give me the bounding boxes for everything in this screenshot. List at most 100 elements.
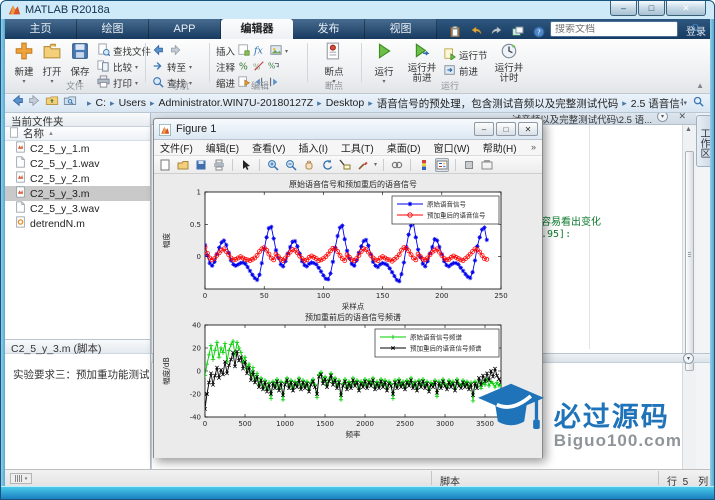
save-figure-icon[interactable] — [194, 158, 208, 172]
ribbon-tab-APP[interactable]: APP — [149, 19, 221, 39]
statusbar-widget[interactable]: ▾ — [10, 473, 32, 484]
brush-icon[interactable] — [356, 158, 370, 172]
split-dropdown-icon[interactable]: ▾ — [683, 353, 694, 364]
file-item[interactable]: C2_5_y_3.wav — [5, 201, 150, 216]
breadcrumb-sep-icon[interactable]: ▸ — [150, 98, 155, 109]
goto-button[interactable]: 转至▾ — [152, 60, 192, 74]
sign-in-link[interactable]: 登录 — [686, 23, 706, 38]
new-button[interactable]: 新建▾ — [11, 42, 37, 85]
rotate3d-icon[interactable] — [320, 158, 334, 172]
breadcrumb-segment[interactable]: 2.5 语音信号的预处理 — [631, 96, 684, 111]
breadcrumb-sep-icon[interactable]: ▸ — [110, 98, 115, 109]
editor-scrollbar[interactable]: ▲ — [682, 125, 696, 469]
brush-dropdown-icon[interactable]: ▾ — [374, 161, 377, 168]
workspace-collapsed-tab[interactable]: 工作区 — [696, 115, 711, 167]
redo-icon[interactable] — [489, 25, 505, 39]
breadcrumb-segment[interactable]: C: — [96, 97, 107, 109]
comment-icon[interactable]: % — [238, 60, 250, 75]
app-titlebar[interactable]: MATLAB R2018a – □ ✕ — [1, 1, 714, 19]
minimize-button[interactable]: – — [610, 1, 637, 16]
cursor-icon[interactable] — [239, 158, 253, 172]
help-icon[interactable]: ? — [531, 25, 547, 39]
undo-icon[interactable] — [468, 25, 484, 39]
back-icon[interactable] — [152, 44, 164, 59]
figure-menu-item[interactable]: 插入(I) — [298, 140, 327, 155]
ribbon-tab-绘图[interactable]: 绘图 — [77, 19, 149, 39]
figure-close-button[interactable]: ✕ — [518, 122, 538, 136]
scroll-up-icon[interactable]: ▲ — [685, 126, 692, 133]
resize-grip[interactable]: ⋰ — [701, 476, 709, 485]
wrap-comment-icon[interactable]: % — [268, 60, 280, 75]
run-section-button[interactable]: 运行节 — [444, 48, 488, 62]
ribbon-tab-发布[interactable]: 发布 — [293, 19, 365, 39]
link-plot-icon[interactable] — [390, 158, 404, 172]
run-time-button[interactable]: 运行并计时 — [491, 42, 527, 84]
folder-up-icon[interactable] — [45, 94, 59, 112]
nav-arrows[interactable] — [152, 44, 182, 58]
advance-button[interactable]: 前进 — [444, 64, 478, 78]
undock-icon[interactable] — [480, 158, 494, 172]
forward-icon[interactable] — [170, 44, 182, 59]
breadcrumb-segment[interactable]: Administrator.WIN7U-20180127Z — [159, 97, 314, 109]
colorbar-icon[interactable] — [417, 158, 431, 172]
breadcrumb-segment[interactable]: Users — [119, 97, 146, 109]
dock-icon[interactable] — [462, 158, 476, 172]
close-button[interactable]: ✕ — [666, 1, 706, 16]
editor-scroll-thumb[interactable] — [685, 151, 694, 371]
find-files-button[interactable]: 查找文件 — [97, 44, 151, 58]
figure-restore-button[interactable]: □ — [496, 122, 516, 136]
paste-icon[interactable] — [447, 25, 463, 39]
insert-section-icon[interactable] — [238, 44, 250, 59]
browse-folder-icon[interactable] — [63, 94, 77, 112]
pan-icon[interactable] — [302, 158, 316, 172]
file-preview-header[interactable]: C2_5_y_3.m (脚本) — [5, 339, 150, 354]
figure-menu-item[interactable]: 帮助(H) — [483, 140, 517, 155]
insert-image-icon[interactable] — [270, 44, 282, 59]
collapse-ribbon-icon[interactable]: ▲ — [696, 81, 704, 90]
breadcrumb-segment[interactable]: Desktop — [326, 97, 365, 109]
breadcrumb-sep-icon[interactable]: ▸ — [622, 98, 627, 109]
file-item[interactable]: detrendN.m — [5, 216, 150, 231]
comment-row[interactable]: 注释 % % % — [216, 60, 280, 74]
run-advance-button[interactable]: 运行并前进 — [404, 42, 440, 84]
new-figure-icon[interactable] — [158, 158, 172, 172]
open-file-icon[interactable] — [176, 158, 190, 172]
file-item[interactable]: C2_5_y_1.m — [5, 141, 150, 156]
file-item[interactable]: C2_5_y_3.m — [5, 186, 150, 201]
switch-windows-icon[interactable] — [510, 25, 526, 39]
ribbon-tab-主页[interactable]: 主页 — [5, 19, 77, 39]
compare-button[interactable]: 比较▾ — [97, 60, 138, 74]
uncomment-icon[interactable]: % — [253, 60, 265, 75]
ribbon-tab-视图[interactable]: 视图 — [365, 19, 437, 39]
figure-menu-item[interactable]: 文件(F) — [160, 140, 193, 155]
breadcrumb-segment[interactable]: 语音信号的预处理，包含测试音频以及完整测试代码 — [377, 96, 619, 111]
file-item[interactable]: C2_5_y_1.wav — [5, 156, 150, 171]
figure-menu-item[interactable]: 查看(V) — [252, 140, 285, 155]
insert-function-icon[interactable]: fx — [253, 44, 267, 59]
figure-menu-item[interactable]: 窗口(W) — [434, 140, 470, 155]
figure-minimize-button[interactable]: – — [474, 122, 494, 136]
name-column-header[interactable]: 名称 ▲ — [5, 127, 150, 141]
data-cursor-icon[interactable] — [338, 158, 352, 172]
figure-menu-item[interactable]: 编辑(E) — [206, 140, 239, 155]
address-search-icon[interactable] — [693, 94, 704, 112]
ribbon-tab-编辑器[interactable]: 编辑器 — [221, 19, 293, 39]
breadcrumb[interactable]: ▸C:▸Users▸Administrator.WIN7U-20180127Z▸… — [83, 96, 683, 111]
breadcrumb-sep-icon[interactable]: ▸ — [368, 98, 373, 109]
breadcrumb-sep-icon[interactable]: ▸ — [317, 98, 322, 109]
print-figure-icon[interactable] — [212, 158, 226, 172]
folder-back-icon[interactable] — [11, 94, 24, 112]
breadcrumb-dropdown-icon[interactable]: ▾ — [683, 99, 687, 107]
figure-menu-item[interactable]: 桌面(D) — [387, 140, 421, 155]
legend-icon[interactable] — [435, 158, 449, 172]
figure-titlebar[interactable]: Figure 1 – □ ✕ — [154, 119, 542, 140]
folder-forward-icon[interactable] — [28, 94, 41, 112]
doc-search-input[interactable] — [551, 24, 691, 35]
current-folder-title[interactable]: 当前文件夹 — [5, 113, 150, 127]
maximize-button[interactable]: □ — [638, 1, 665, 16]
menu-overflow-icon[interactable]: » — [531, 142, 536, 152]
figure-menu-item[interactable]: 工具(T) — [341, 140, 374, 155]
zoom-out-icon[interactable] — [284, 158, 298, 172]
zoom-in-icon[interactable] — [266, 158, 280, 172]
insert-row[interactable]: 插入 fx ▾ — [216, 44, 288, 58]
